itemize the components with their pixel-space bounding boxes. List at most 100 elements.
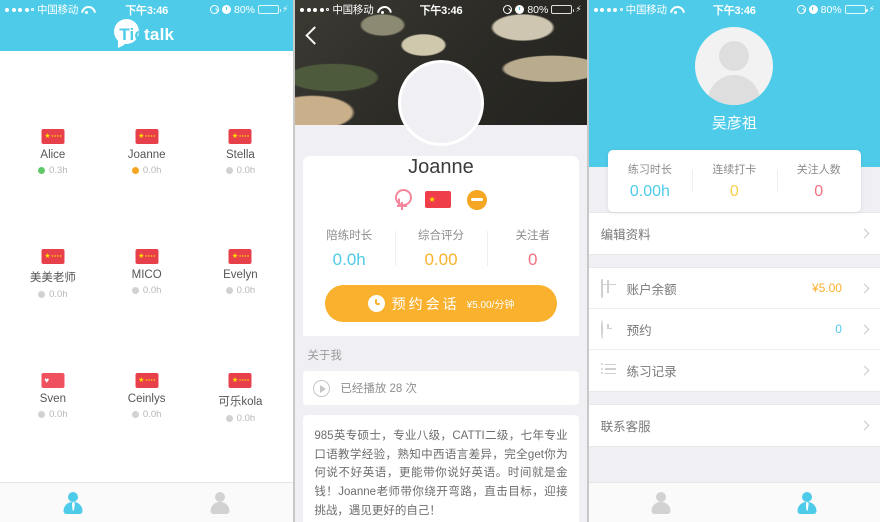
rotation-lock-icon [209, 5, 219, 14]
status-dot-icon [131, 167, 139, 174]
status-dot-icon [38, 291, 46, 298]
teacher-name: Joanne [127, 149, 166, 161]
menu-group-3: 联系客服 [588, 404, 880, 447]
status-time: 下午3:46 [712, 4, 756, 17]
status-bar: 中国移动 下午3:46 80% ⚡ [589, 0, 880, 19]
menu-row-label: 练习记录 [626, 365, 677, 379]
battery-icon [551, 4, 575, 15]
china-flag-icon: ★ ★★★★ [228, 129, 252, 144]
teacher-hours: 0.3h [49, 165, 68, 176]
stat-value: 0 [729, 183, 739, 200]
teacher-card[interactable]: ★ ★★★★ 美美老师 0.0h [6, 185, 100, 300]
panel-teacher-profile: 中国移动 下午3:46 80% ⚡ Joanne ★ 陪练时长 0.0h 综合评… [295, 0, 587, 522]
book-session-button[interactable]: 预约会话 ¥5.00/分钟 [325, 285, 557, 322]
status-dot-icon [38, 167, 46, 174]
back-chevron-icon[interactable] [305, 26, 325, 45]
teacher-card[interactable]: ★ ★★★★ Ceinlys 0.0h [100, 309, 194, 424]
practice-stat: 关注人数 0 [776, 161, 861, 201]
profile-avatar [397, 60, 484, 146]
status-bar: 中国移动 下午3:46 80% ⚡ [0, 0, 293, 19]
list-icon [600, 363, 617, 379]
menu-row[interactable]: 账户余额 ¥5.00 [588, 268, 880, 309]
china-flag-icon: ★ ★★★★ [41, 249, 65, 264]
avatar[interactable]: ★ ★★★★ [204, 65, 277, 144]
stat-label: 陪练时长 [326, 230, 373, 242]
practice-stats-card: 练习时长 0.00h 连续打卡 0 关注人数 0 [607, 150, 861, 212]
teacher-hours: 0.0h [236, 413, 256, 424]
avatar[interactable]: ★ ★★★★ [16, 65, 89, 144]
tab-profile[interactable] [147, 491, 294, 514]
china-flag-icon: ★ ★★★★ [228, 373, 252, 388]
teacher-hours: 0.0h [236, 165, 256, 176]
china-flag-icon: ★ ★★★★ [135, 249, 159, 264]
stat-value: 0.00h [629, 183, 670, 200]
teacher-status: 0.0h [38, 409, 68, 420]
avatar[interactable]: ★ ★★★★ [16, 185, 89, 264]
menu-group-1: 编辑资料 [588, 212, 880, 255]
stat-value: 0.0h [332, 250, 366, 269]
chevron-right-icon [859, 420, 870, 431]
menu-row[interactable]: 练习记录 [588, 350, 880, 391]
profile-card: Joanne ★ 陪练时长 0.0h 综合评分 0.00 关注者 0 预约会话 ¥5.00… [303, 156, 579, 336]
avatar[interactable]: ♥ [16, 309, 89, 388]
teacher-name: MICO [131, 269, 162, 281]
clock-icon [367, 295, 385, 312]
menu-row-label: 预约 [626, 323, 652, 338]
teacher-card[interactable]: ★ ★★★★ Evelyn 0.0h [194, 185, 288, 300]
gift-icon [600, 279, 617, 298]
stat-label: 练习时长 [627, 164, 672, 176]
panel3-body: 编辑资料 账户余额 ¥5.00 预约 0 练习记录 联系客服 [588, 167, 880, 522]
teacher-card[interactable]: ★ ★★★★ Alice 0.3h [6, 65, 100, 176]
menu-row-value: 0 [835, 322, 842, 336]
menu-row[interactable]: 预约 0 [588, 309, 880, 350]
avatar[interactable]: ★ ★★★★ [110, 65, 183, 144]
chevron-right-icon [859, 324, 870, 334]
avatar[interactable]: ★ ★★★★ [110, 309, 183, 388]
battery-icon [844, 4, 868, 15]
stat-label: 连续打卡 [712, 164, 757, 176]
menu-row-label: 编辑资料 [600, 228, 651, 242]
status-time: 下午3:46 [419, 4, 463, 17]
default-avatar-icon[interactable] [695, 27, 774, 105]
menu-row[interactable]: 编辑资料 [588, 213, 880, 254]
panel-my-profile: 中国移动 下午3:46 80% ⚡ 吴彦祖 编辑资料 账户余额 ¥5.00 预约 0 练… [588, 0, 880, 522]
teacher-status: 0.0h [131, 165, 161, 176]
person-tie-icon [797, 491, 817, 514]
rotation-lock-icon [796, 5, 806, 14]
logo-tic: Tic [119, 25, 145, 44]
avatar[interactable]: ★ ★★★★ [110, 185, 183, 264]
stat-label: 关注人数 [796, 164, 841, 176]
avatar[interactable]: ★ ★★★★ [204, 185, 277, 264]
teacher-card[interactable]: ★ ★★★★ MICO 0.0h [100, 185, 194, 300]
status-dot-icon [225, 167, 233, 174]
teacher-status: 0.0h [225, 285, 255, 296]
teacher-card[interactable]: ★ ★★★★ Joanne 0.0h [100, 65, 194, 176]
teacher-card[interactable]: ♥ Sven 0.0h [6, 309, 100, 424]
teacher-card[interactable]: ★ ★★★★ 可乐kola 0.0h [194, 309, 288, 424]
alarm-icon [221, 5, 231, 14]
panel1-header: 中国移动 下午3:46 80% ⚡ Tictalk [0, 0, 294, 51]
teacher-status: 0.0h [38, 289, 68, 300]
do-not-disturb-icon [467, 189, 488, 210]
profile-stats: 陪练时长 0.0h 综合评分 0.00 关注者 0 [303, 227, 578, 270]
tab-teachers[interactable] [0, 491, 147, 514]
alarm-icon [808, 5, 818, 14]
person-icon [210, 491, 230, 514]
status-dot-icon [131, 411, 139, 418]
stat-value: 0 [528, 250, 538, 269]
audio-intro-row[interactable]: 已经播放 28 次 [303, 370, 579, 406]
play-circle-icon[interactable] [313, 379, 331, 397]
tab-profile[interactable] [734, 491, 880, 514]
menu-group-2: 账户余额 ¥5.00 预约 0 练习记录 [588, 267, 880, 392]
female-symbol-icon [394, 189, 413, 210]
tab-teachers[interactable] [589, 491, 735, 514]
teacher-status: 0.0h [225, 165, 256, 176]
menu-row[interactable]: 联系客服 [588, 405, 880, 446]
profile-stat: 综合评分 0.00 [395, 227, 487, 270]
teacher-card[interactable]: ★ ★★★★ Stella 0.0h [194, 65, 288, 176]
panel3-header: 中国移动 下午3:46 80% ⚡ 吴彦祖 [588, 0, 880, 167]
teacher-status: 0.0h [225, 413, 256, 424]
avatar[interactable]: ★ ★★★★ [204, 309, 277, 388]
teacher-hours: 0.0h [142, 409, 162, 420]
profile-scroll-area[interactable]: Joanne ★ 陪练时长 0.0h 综合评分 0.00 关注者 0 预约会话 ¥5.00… [295, 108, 586, 522]
